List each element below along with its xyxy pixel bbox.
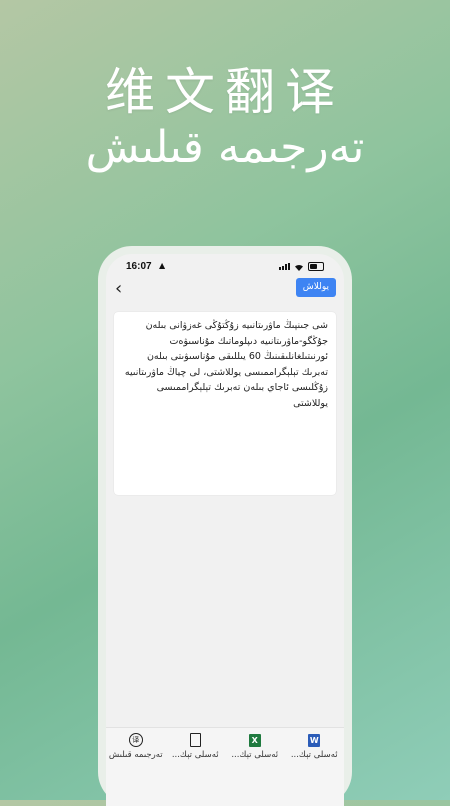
promo-title-chinese: 维文翻译	[105, 63, 345, 121]
bottom-tab-bar: W ئەسلى تېك... X ئەسلى تېك... ئەسلى تېك.…	[106, 727, 344, 806]
tab-label: ئەسلى تېك...	[231, 750, 279, 760]
battery-icon	[308, 262, 324, 271]
tab-document-original[interactable]: ئەسلى تېك...	[166, 728, 226, 806]
excel-icon: X	[248, 733, 261, 747]
promo-title-uyghur: تەرجىمە قىلىش	[85, 122, 365, 173]
word-icon: W	[308, 733, 321, 747]
tab-label: تەرجىمە قىلىش	[108, 750, 163, 760]
submit-button[interactable]: يوللاش	[295, 278, 336, 297]
app-screen: 16:07 ▲ ‹ يوللاش شى جىنپىڭ ماۋرىتانىيە ز…	[106, 254, 344, 806]
translate-icon: 译	[128, 733, 143, 747]
editor-text[interactable]: شى جىنپىڭ ماۋرىتانىيە زۇڭتۇڭى غەزۋانى بى…	[114, 312, 336, 417]
document-icon	[189, 733, 201, 747]
tab-label: ئەسلى تېك...	[171, 750, 219, 760]
bell-mute-icon: ▲	[159, 261, 166, 270]
tab-word-original[interactable]: W ئەسلى تېك...	[285, 728, 345, 806]
nav-bar: ‹ يوللاش	[106, 276, 344, 302]
status-time: 16:07	[126, 261, 152, 272]
tab-translate[interactable]: 译 تەرجىمە قىلىش	[106, 728, 166, 806]
phone-mockup: 16:07 ▲ ‹ يوللاش شى جىنپىڭ ماۋرىتانىيە ز…	[98, 246, 352, 806]
tab-label: ئەسلى تېك...	[290, 750, 338, 760]
text-editor[interactable]: شى جىنپىڭ ماۋرىتانىيە زۇڭتۇڭى غەزۋانى بى…	[114, 312, 336, 495]
signal-icon	[279, 263, 290, 270]
tab-excel-original[interactable]: X ئەسلى تېك...	[225, 728, 285, 806]
status-bar: 16:07 ▲	[106, 254, 344, 276]
back-arrow-icon[interactable]: ‹	[115, 280, 122, 298]
wifi-icon	[295, 264, 303, 271]
